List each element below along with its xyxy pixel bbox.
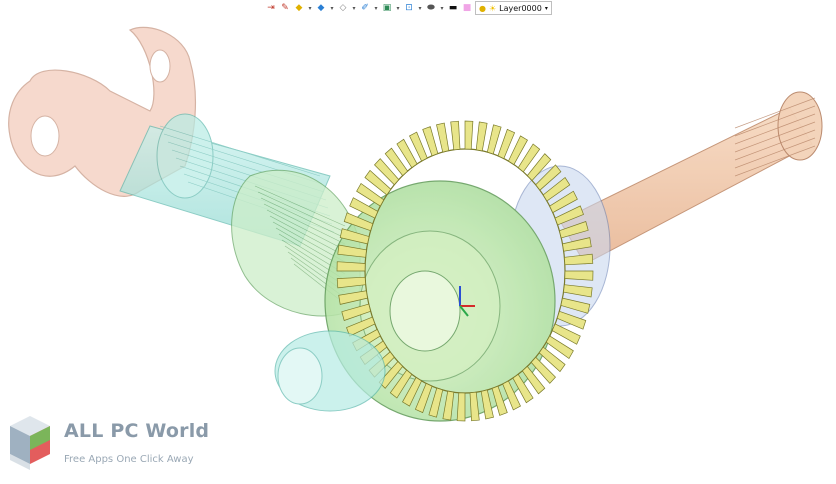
gear-tooth (564, 270, 594, 281)
gear-tooth (450, 120, 461, 151)
exit-icon[interactable]: ⇥ (265, 2, 277, 14)
pen-icon[interactable]: ✎ (279, 2, 291, 14)
bulb-icon: ● (479, 3, 486, 13)
gear-tooth (436, 122, 450, 153)
bearing-housing[interactable] (274, 330, 386, 412)
dropdown-arrow-icon[interactable]: ▾ (373, 5, 379, 12)
layer-select[interactable]: ● ☀ Layer0000 ▾ (475, 1, 552, 15)
toolbar: ⇥ ✎ ◆ ▾ ◆ ▾ ◇ ▾ ✐ ▾ ▣ ▾ ⊡ ▾ ⬬ ▾ ▬ ■ ● ☀ Layer0000 ▾ (265, 0, 552, 16)
cube-icon[interactable]: ◆ (315, 2, 327, 14)
gear-tooth (456, 392, 466, 422)
box-yellow-icon[interactable]: ◆ (293, 2, 305, 14)
database-icon[interactable]: ⬬ (425, 2, 437, 14)
gear-tooth (336, 261, 366, 272)
section-icon[interactable]: ⊡ (403, 2, 415, 14)
gear-tooth (464, 120, 474, 150)
gear-tooth (475, 121, 488, 152)
gear-tooth (486, 124, 502, 155)
render-icon[interactable]: ▣ (381, 2, 393, 14)
layer-select-label: Layer0000 (499, 3, 542, 13)
dropdown-arrow-icon[interactable]: ▾ (307, 5, 313, 12)
watermark-title: ALL PC World (64, 420, 210, 442)
dropdown-arrow-icon[interactable]: ▾ (395, 5, 401, 12)
dropdown-arrow-icon[interactable]: ▾ (439, 5, 445, 12)
watermark-cube-logo (10, 416, 50, 470)
shapes-icon[interactable]: ◇ (337, 2, 349, 14)
dropdown-arrow-icon[interactable]: ▾ (329, 5, 335, 12)
chevron-down-icon: ▾ (544, 4, 548, 12)
paint-icon[interactable]: ✐ (359, 2, 371, 14)
dropdown-arrow-icon[interactable]: ▾ (351, 5, 357, 12)
watermark: ALL PC World Free Apps One Click Away (6, 414, 246, 474)
sun-icon: ☀ (488, 3, 497, 13)
watermark-subtitle: Free Apps One Click Away (64, 454, 194, 465)
color-swatch-icon[interactable]: ■ (461, 2, 473, 14)
line-weight-icon[interactable]: ▬ (447, 2, 459, 14)
dropdown-arrow-icon[interactable]: ▾ (417, 5, 423, 12)
